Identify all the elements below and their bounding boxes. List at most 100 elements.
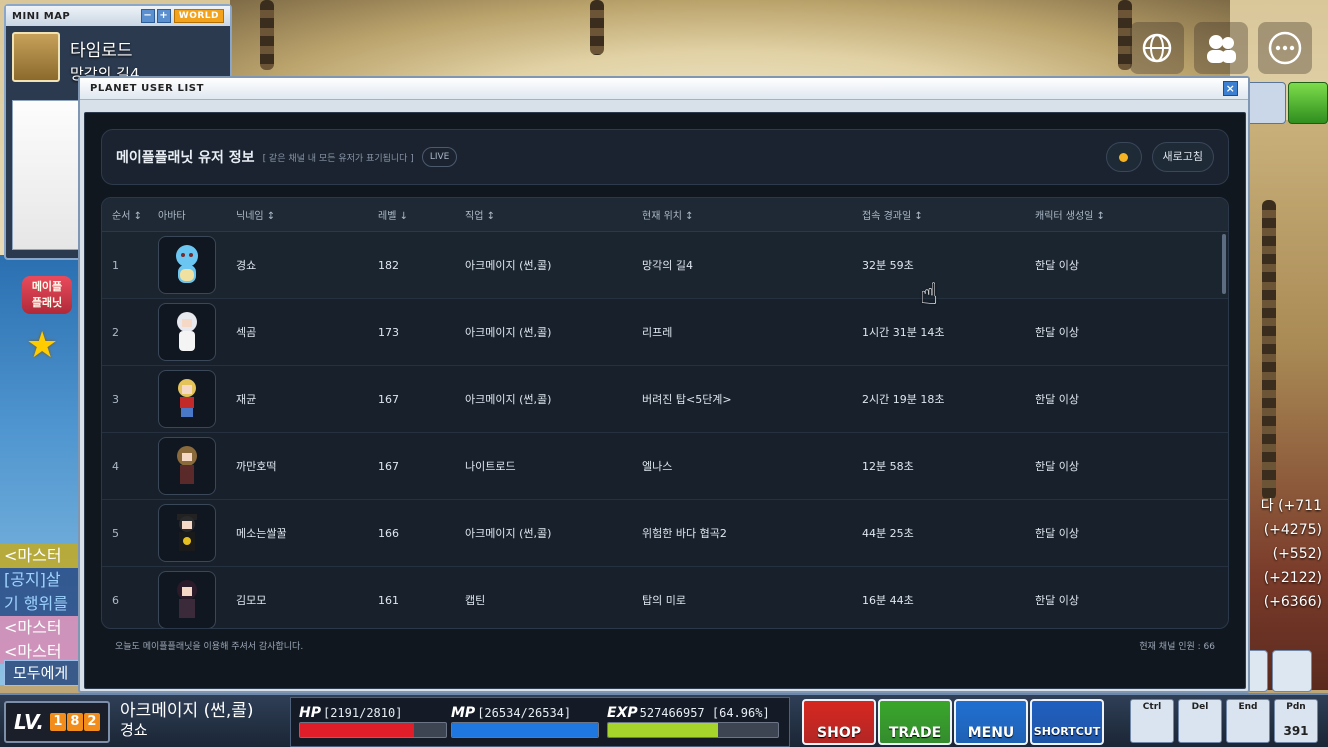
table-row[interactable]: 1 경쇼 182 아크메이지 (썬,콜) 망각의 길4 32분 59초 한달 이… <box>102 232 1228 299</box>
created-date: 한달 이상 <box>1035 259 1079 272</box>
column-header-location[interactable]: 현재 위치 ↕ <box>642 207 862 222</box>
panel-title: 메이플플래닛 유저 정보 <box>116 150 255 166</box>
quickslot-key-label: Del <box>1191 702 1209 712</box>
user-table: 순서 ↕ 아바타 닉네임 ↕ 레벨 ↓ 직업 ↕ 현재 위치 ↕ 접속 경과일 … <box>101 197 1229 629</box>
avatar <box>158 571 216 628</box>
hand-cursor-icon: ☝ <box>920 277 939 312</box>
job: 아크메이지 (썬,콜) <box>465 393 552 406</box>
chain-decoration <box>260 0 274 70</box>
elapsed-time: 12분 58초 <box>862 460 914 473</box>
log-line: 다 (+711 <box>1260 498 1322 514</box>
exp-label: EXP <box>607 705 638 721</box>
hp-bar-fill <box>300 723 414 737</box>
avatar <box>158 504 216 562</box>
location: 리프레 <box>642 326 673 339</box>
created-date: 한달 이상 <box>1035 326 1079 339</box>
table-row[interactable]: 4 까만호떡 167 나이트로드 엘나스 12분 58초 한달 이상 <box>102 433 1228 500</box>
channel-user-count: 현재 채널 인원 : 66 <box>1139 642 1215 652</box>
created-date: 한달 이상 <box>1035 393 1079 406</box>
location: 탑의 미로 <box>642 594 686 607</box>
mp-bar <box>451 722 599 738</box>
level: 182 <box>378 258 399 272</box>
row-number: 1 <box>112 258 119 272</box>
character-info: 아크메이지 (썬,콜) 경쇼 <box>120 701 254 740</box>
quickslot-ctrl[interactable]: Ctrl <box>1130 699 1174 743</box>
column-header-level[interactable]: 레벨 ↓ <box>378 207 465 222</box>
planet-user-list-window: PLANET USER LIST × 메이플플래닛 유저 정보 [ 같은 채널 … <box>78 76 1250 693</box>
table-row[interactable]: 5 메소는쌀꿀 166 아크메이지 (썬,콜) 위험한 바다 협곡2 44분 2… <box>102 500 1228 567</box>
level: 167 <box>378 459 399 473</box>
close-button[interactable]: × <box>1223 81 1238 96</box>
status-bar: LV. 1 8 2 아크메이지 (썬,콜) 경쇼 HP [2191/2810] M… <box>0 693 1328 747</box>
column-header-nickname[interactable]: 닉네임 ↕ <box>236 207 378 222</box>
column-header-created[interactable]: 캐릭터 생성일 ↕ <box>1035 207 1185 222</box>
user-info-panel: 메이플플래닛 유저 정보 [ 같은 채널 내 모든 유저가 표기됩니다 ] LI… <box>84 112 1246 689</box>
right-log: 다 (+711 (+4275) (+552) (+2122) (+6366) <box>1248 494 1328 614</box>
column-header-job[interactable]: 직업 ↕ <box>465 207 642 222</box>
right-quick-icons <box>1246 82 1328 126</box>
nickname: 섹곰 <box>236 326 257 339</box>
shop-button[interactable]: SHOP <box>802 699 876 745</box>
globe-icon[interactable] <box>1130 22 1184 74</box>
more-icon[interactable] <box>1258 22 1312 74</box>
column-header-no[interactable]: 순서 ↕ <box>102 207 158 222</box>
created-date: 한달 이상 <box>1035 527 1079 540</box>
chat-line: <마스터 <box>0 616 80 640</box>
job: 아크메이지 (썬,콜) <box>465 527 552 540</box>
row-number: 6 <box>112 593 119 607</box>
avatar <box>158 303 216 361</box>
minimap-title: MINI MAP <box>12 10 71 22</box>
window-titlebar[interactable]: PLANET USER LIST × <box>80 78 1248 100</box>
table-row[interactable]: 3 재균 167 아크메이지 (썬,콜) 버려진 탑<5단계> 2시간 19분 … <box>102 366 1228 433</box>
refresh-button[interactable]: 새로고침 <box>1151 142 1214 172</box>
right-bottom-icons <box>1246 648 1326 692</box>
friends-icon[interactable] <box>1194 22 1248 74</box>
level-digit: 8 <box>66 713 83 731</box>
party-icon[interactable] <box>1246 82 1286 124</box>
table-row[interactable]: 2 섹곰 173 아크메이지 (썬,콜) 리프레 1시간 31분 14초 한달 … <box>102 299 1228 366</box>
row-number: 2 <box>112 325 119 339</box>
avatar <box>158 437 216 495</box>
level: 173 <box>378 325 399 339</box>
status-dot-icon <box>1119 152 1129 162</box>
menu-button[interactable]: MENU <box>954 699 1028 745</box>
avatar <box>158 236 216 294</box>
shortcut-button[interactable]: SHORTCUT <box>1030 699 1104 745</box>
quickslot-end[interactable]: End <box>1226 699 1270 743</box>
chat-target-select[interactable]: 모두에게 <box>4 660 82 686</box>
hp-bar <box>299 722 447 738</box>
mp-label: MP <box>451 705 476 721</box>
maple-planet-badge[interactable]: 메이플 플래닛 <box>22 276 72 314</box>
status-indicator-button[interactable] <box>1105 142 1142 172</box>
footer-message: 오늘도 메이플플래닛을 이용해 주셔서 감사합니다. <box>115 642 304 652</box>
quickslot-key-label: End <box>1238 702 1258 712</box>
nickname: 메소는쌀꿀 <box>236 527 287 540</box>
job: 나이트로드 <box>465 460 516 473</box>
nickname: 재균 <box>236 393 257 406</box>
avatar <box>158 370 216 428</box>
minimap-minimize-button[interactable]: − <box>140 9 155 23</box>
trade-button[interactable]: TRADE <box>878 699 952 745</box>
quickslot-del[interactable]: Del <box>1178 699 1222 743</box>
minimap-expand-button[interactable]: + <box>156 9 171 23</box>
column-header-elapsed[interactable]: 접속 경과일 ↕ <box>862 207 1035 222</box>
character-job: 아크메이지 (썬,콜) <box>120 701 254 721</box>
star-icon[interactable]: ★ <box>26 326 58 366</box>
location: 망각의 길4 <box>642 259 693 272</box>
quickslot-pdn[interactable]: Pdn 391 <box>1274 699 1318 743</box>
skill-slot-icon[interactable] <box>1272 650 1312 692</box>
map-emblem-icon <box>12 32 60 82</box>
quickslot-key-label: Pdn <box>1286 702 1306 712</box>
world-map-button[interactable]: WORLD <box>173 9 224 23</box>
chat-log: <마스터 [공지]살 기 행위를 <마스터 <마스터 <box>0 544 80 664</box>
chat-line: [공지]살 <box>0 568 80 592</box>
table-scrollbar[interactable] <box>1222 234 1226 294</box>
level-digit: 1 <box>49 713 66 731</box>
chat-line: <마스터 <box>0 544 80 568</box>
level: 166 <box>378 526 399 540</box>
mp-bar-fill <box>452 723 598 737</box>
log-line: (+2122) <box>1263 570 1322 586</box>
location: 버려진 탑<5단계> <box>642 393 732 406</box>
table-row[interactable]: 6 김모모 161 캡틴 탑의 미로 16분 44초 한달 이상 <box>102 567 1228 628</box>
guild-icon[interactable] <box>1288 82 1328 124</box>
